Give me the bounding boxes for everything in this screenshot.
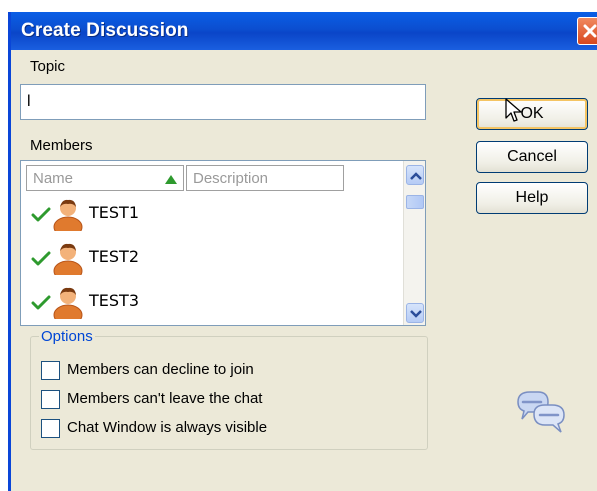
member-row[interactable]: TEST3 <box>29 281 389 321</box>
option-label: Chat Window is always visible <box>67 419 268 436</box>
option-checkbox[interactable] <box>41 390 60 409</box>
members-list[interactable]: Name Description TEST1 TEST2 TEST3 <box>20 160 426 326</box>
column-header-description-label: Description <box>193 170 269 187</box>
option-checkbox[interactable] <box>41 361 60 380</box>
member-row[interactable]: TEST2 <box>29 237 389 277</box>
topic-label: Topic <box>30 58 66 75</box>
column-header-description[interactable]: Description <box>186 165 344 191</box>
scroll-up-button[interactable] <box>406 165 424 185</box>
mouse-cursor-icon <box>505 98 522 122</box>
column-header-name-label: Name <box>33 170 74 187</box>
column-header-name[interactable]: Name <box>26 165 184 191</box>
cancel-button[interactable]: Cancel <box>476 141 588 173</box>
checkmark-icon <box>31 207 51 222</box>
option-label: Members can't leave the chat <box>67 390 263 407</box>
close-icon <box>583 24 597 38</box>
chat-bubbles-icon <box>517 391 565 433</box>
scroll-up-icon <box>410 172 422 180</box>
member-row[interactable]: TEST1 <box>29 193 389 233</box>
user-avatar-icon <box>53 199 83 231</box>
user-avatar-icon <box>53 243 83 275</box>
topic-input[interactable] <box>20 84 426 120</box>
scroll-down-button[interactable] <box>406 303 424 323</box>
member-name: TEST3 <box>89 291 139 310</box>
option-label: Members can decline to join <box>67 361 254 378</box>
members-scrollbar[interactable] <box>403 161 425 325</box>
option-checkbox[interactable] <box>41 419 60 438</box>
scroll-thumb[interactable] <box>406 195 424 209</box>
checkmark-icon <box>31 251 51 266</box>
sort-ascending-icon <box>165 175 177 184</box>
member-name: TEST2 <box>89 247 139 266</box>
title-bar[interactable]: Create Discussion <box>11 12 597 50</box>
user-avatar-icon <box>53 287 83 319</box>
checkmark-icon <box>31 295 51 310</box>
scroll-down-icon <box>410 310 422 318</box>
options-legend: Options <box>39 328 95 345</box>
members-label: Members <box>30 137 93 154</box>
dialog-title: Create Discussion <box>21 20 189 41</box>
options-group: Options Members can decline to join Memb… <box>30 328 428 450</box>
member-name: TEST1 <box>89 203 139 222</box>
ok-button[interactable]: OK <box>476 98 588 130</box>
help-button[interactable]: Help <box>476 182 588 214</box>
close-button[interactable] <box>577 17 597 45</box>
